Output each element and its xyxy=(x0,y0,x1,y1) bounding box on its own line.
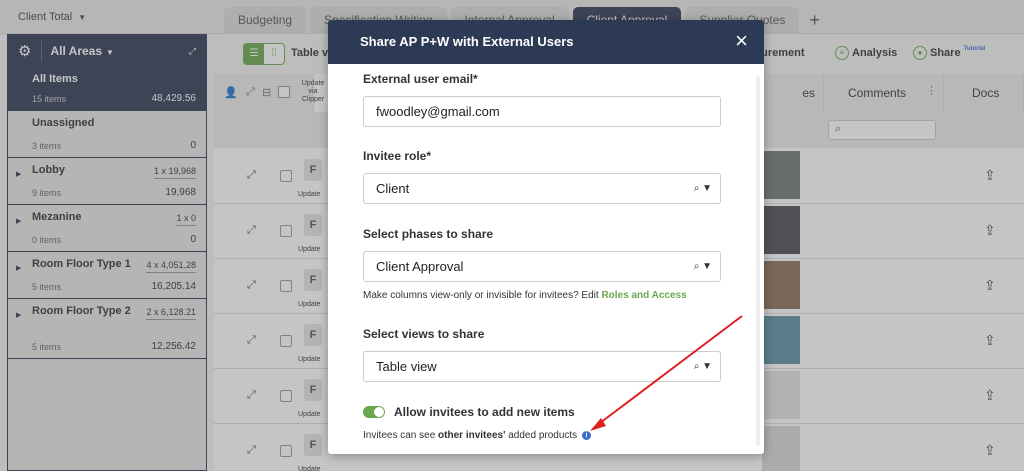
phases-label: Select phases to share xyxy=(363,227,494,241)
views-label: Select views to share xyxy=(363,327,485,341)
modal-scrollbar[interactable] xyxy=(756,76,760,446)
toggle-label: Allow invitees to add new items xyxy=(394,405,575,419)
search-icon: ⌕ xyxy=(693,183,700,194)
email-label: External user email* xyxy=(363,72,478,86)
views-select[interactable]: Table view ⌕ ▼ xyxy=(363,351,721,382)
search-icon: ⌕ xyxy=(693,361,700,372)
select-tools: ⌕ ▼ xyxy=(694,252,712,281)
role-label: Invitee role* xyxy=(363,149,432,163)
phases-select[interactable]: Client Approval ⌕ ▼ xyxy=(363,251,721,282)
helper-prefix: Make columns view-only or invisible for … xyxy=(363,290,602,301)
select-tools: ⌕ ▼ xyxy=(694,174,712,203)
caret-down-icon[interactable]: ▼ xyxy=(702,361,712,372)
modal-header: Share AP P+W with External Users × xyxy=(328,20,764,64)
invitees-note: Invitees can see other invitees' added p… xyxy=(363,430,591,441)
note-suffix: added products xyxy=(505,430,578,441)
info-icon[interactable]: i xyxy=(581,430,591,440)
email-field[interactable]: fwoodley@gmail.com xyxy=(363,96,721,127)
phases-value: Client Approval xyxy=(376,259,464,274)
caret-down-icon[interactable]: ▼ xyxy=(702,261,712,272)
toggle-knob xyxy=(374,407,384,417)
caret-down-icon[interactable]: ▼ xyxy=(702,183,712,194)
views-value: Table view xyxy=(376,359,437,374)
email-value: fwoodley@gmail.com xyxy=(376,104,500,119)
role-select[interactable]: Client ⌕ ▼ xyxy=(363,173,721,204)
phases-helper-text: Make columns view-only or invisible for … xyxy=(363,290,687,301)
note-prefix: Invitees can see xyxy=(363,430,439,441)
close-icon[interactable]: × xyxy=(735,30,748,52)
allow-invitees-toggle[interactable] xyxy=(363,406,385,418)
modal-body: External user email* fwoodley@gmail.com … xyxy=(328,64,764,454)
select-tools: ⌕ ▼ xyxy=(694,352,712,381)
role-value: Client xyxy=(376,181,410,196)
note-bold: other invitees' xyxy=(438,430,506,441)
search-icon: ⌕ xyxy=(693,261,700,272)
roles-and-access-link[interactable]: Roles and Access xyxy=(601,290,686,301)
share-modal: Share AP P+W with External Users × Exter… xyxy=(328,20,764,454)
modal-title: Share AP P+W with External Users xyxy=(360,34,574,49)
